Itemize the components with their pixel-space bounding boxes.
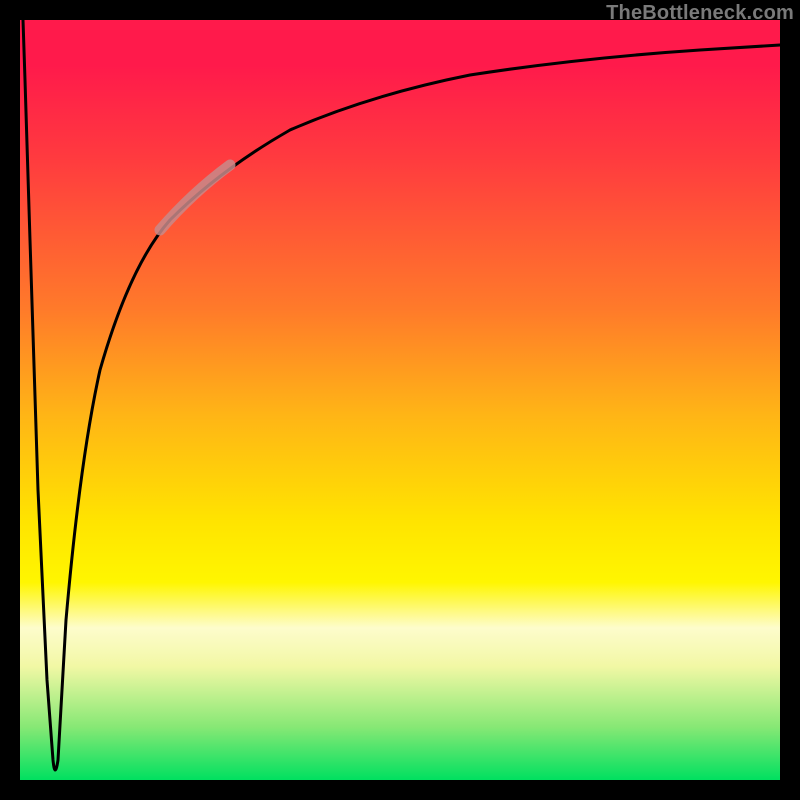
highlight-segment bbox=[160, 165, 230, 230]
curve-svg bbox=[20, 20, 780, 780]
bottleneck-curve bbox=[23, 20, 780, 770]
watermark-text: TheBottleneck.com bbox=[606, 2, 794, 25]
chart-frame: TheBottleneck.com bbox=[0, 0, 800, 800]
plot-area bbox=[20, 20, 780, 780]
